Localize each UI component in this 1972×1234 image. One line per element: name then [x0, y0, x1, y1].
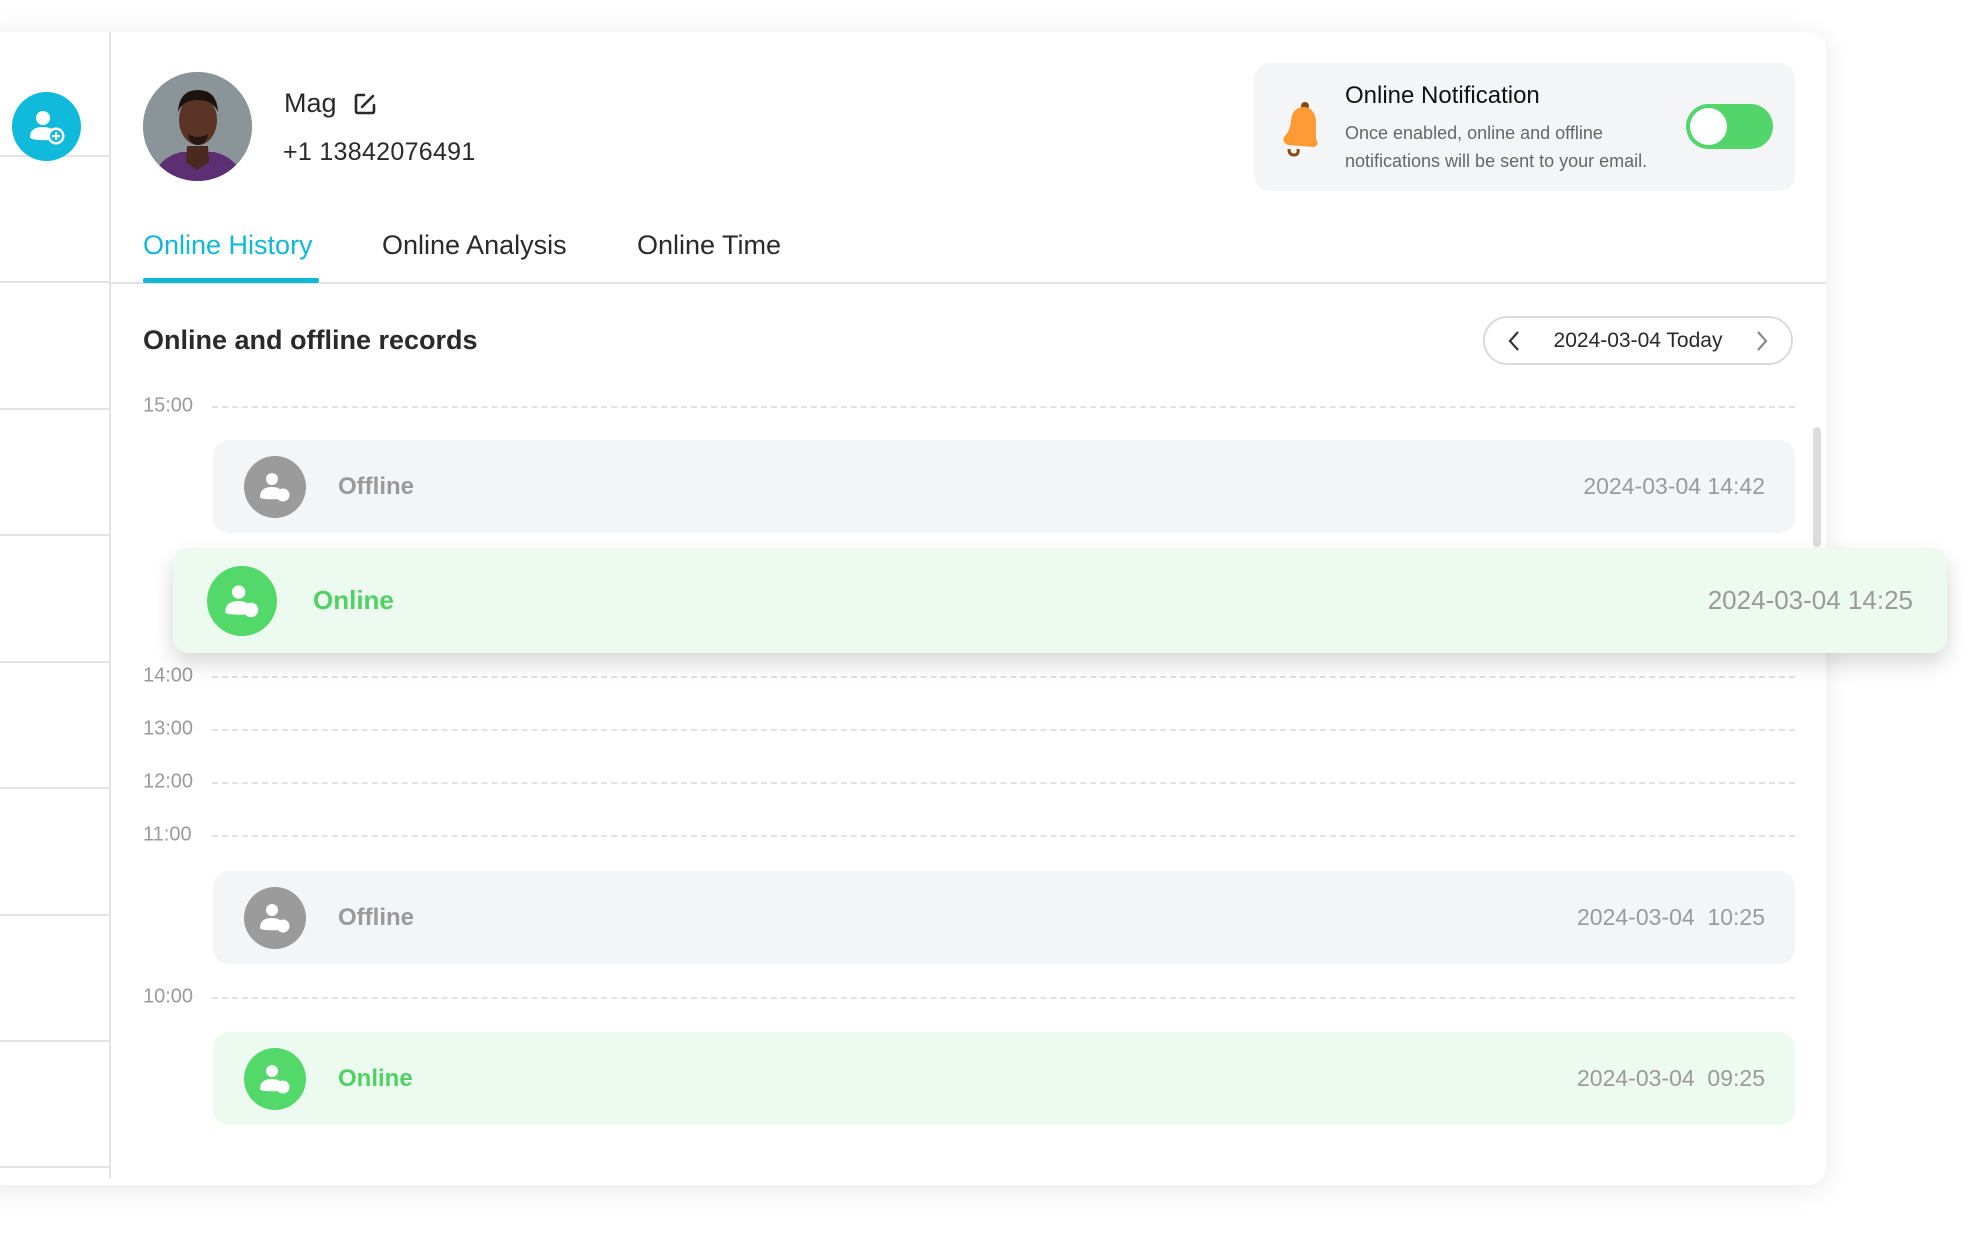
user-name: Mag — [284, 88, 377, 119]
chevron-right-icon — [1757, 330, 1768, 351]
toggle-knob — [1690, 108, 1727, 145]
section-title: Online and offline records — [143, 325, 478, 355]
record-time: 2024-03-04 09:25 — [1577, 1065, 1765, 1091]
date-label: 2024-03-04 Today — [1553, 328, 1723, 352]
tick-gridline — [212, 406, 1795, 408]
sidebar-row[interactable] — [0, 157, 111, 283]
sidebar-row[interactable] — [0, 536, 111, 663]
time-tick: 12:00 — [143, 770, 194, 793]
tick-gridline — [212, 729, 1795, 731]
notification-card: Online Notification Once enabled, online… — [1254, 63, 1795, 191]
time-tick: 15:00 — [143, 394, 194, 417]
next-day-button[interactable] — [1751, 330, 1773, 352]
bell-icon — [1283, 102, 1318, 157]
record-status: Offline — [338, 903, 414, 931]
online-user-icon — [207, 565, 277, 636]
record-time: 2024-03-04 14:25 — [1707, 585, 1913, 615]
offline-user-icon — [244, 886, 306, 949]
record-time: 2024-03-04 10:25 — [1577, 904, 1765, 930]
offline-user-icon — [244, 455, 306, 518]
tick-gridline — [212, 997, 1795, 999]
record-status: Online — [313, 585, 394, 615]
tick-gridline — [212, 782, 1795, 784]
time-tick: 11:00 — [143, 823, 192, 846]
notification-description: Once enabled, online and offline notific… — [1345, 123, 1648, 171]
online-user-icon — [244, 1047, 306, 1110]
chevron-left-icon — [1508, 330, 1519, 351]
time-tick: 10:00 — [143, 985, 194, 1008]
avatar — [143, 72, 252, 181]
tab-online-history[interactable]: Online History — [143, 230, 313, 261]
record-item[interactable]: Offline 2024-03-04 14:42 — [213, 440, 1795, 533]
notification-title: Online Notification — [1345, 82, 1540, 109]
record-item[interactable]: Offline 2024-03-04 10:25 — [213, 871, 1795, 964]
record-item-highlighted[interactable]: Online 2024-03-04 14:25 — [173, 548, 1947, 653]
record-status: Offline — [338, 472, 414, 500]
record-time: 2024-03-04 14:42 — [1583, 473, 1765, 499]
previous-day-button[interactable] — [1503, 330, 1525, 352]
tick-gridline — [212, 835, 1795, 837]
edit-icon[interactable] — [353, 92, 377, 116]
scrollbar[interactable] — [1813, 427, 1821, 547]
sidebar-row[interactable] — [0, 916, 111, 1042]
add-user-button[interactable] — [12, 92, 81, 161]
sidebar-row[interactable] — [0, 283, 111, 410]
sidebar-row — [0, 32, 111, 161]
tab-bar: Online History Online Analysis Online Ti… — [111, 220, 1826, 284]
user-phone: +1 13842076491 — [283, 138, 476, 166]
sidebar-row[interactable] — [0, 789, 111, 916]
sidebar — [0, 32, 111, 1178]
add-user-icon — [29, 110, 64, 144]
active-tab-indicator — [143, 278, 319, 283]
tab-online-analysis[interactable]: Online Analysis — [382, 230, 567, 261]
time-tick: 13:00 — [143, 717, 194, 740]
tab-online-time[interactable]: Online Time — [637, 230, 781, 261]
date-picker: 2024-03-04 Today — [1483, 316, 1793, 365]
sidebar-row[interactable] — [0, 1042, 111, 1168]
sidebar-row[interactable] — [0, 663, 111, 789]
sidebar-row[interactable] — [0, 410, 111, 536]
avatar-photo — [143, 72, 252, 181]
time-tick: 14:00 — [143, 664, 194, 687]
record-item[interactable]: Online 2024-03-04 09:25 — [213, 1032, 1795, 1125]
user-name-text: Mag — [284, 88, 337, 118]
record-status: Online — [338, 1064, 413, 1092]
notification-toggle[interactable] — [1686, 104, 1773, 149]
tick-gridline — [212, 676, 1795, 678]
